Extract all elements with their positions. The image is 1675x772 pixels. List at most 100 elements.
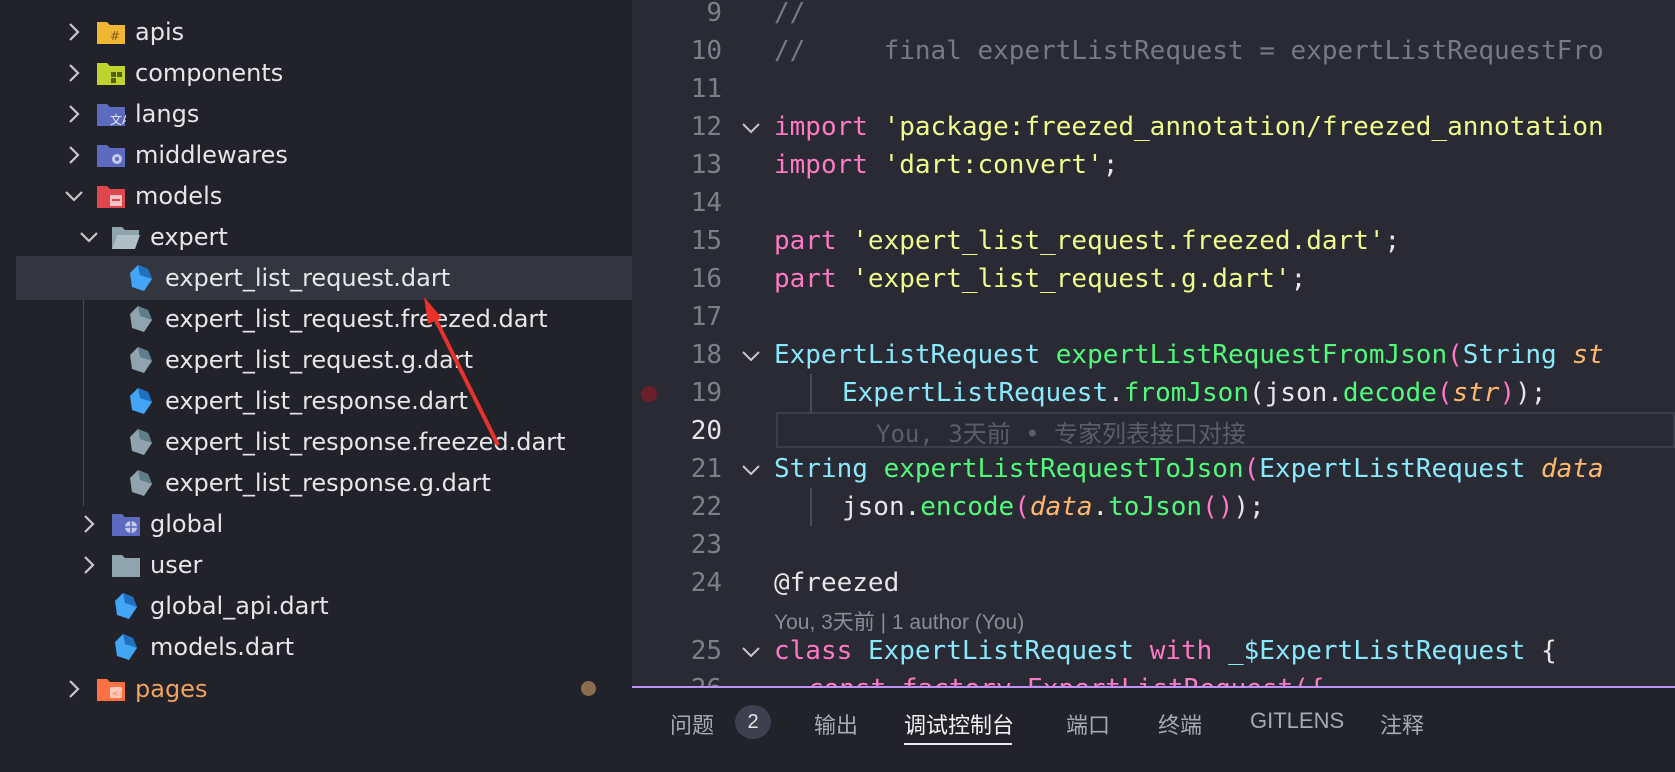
tree-item-label: apis xyxy=(135,18,185,46)
tree-item-label: models xyxy=(135,182,223,210)
tree-item-models-dart[interactable]: models.dart xyxy=(16,625,632,669)
dart-file-icon xyxy=(115,593,137,619)
tree-item-langs[interactable]: 文A langs xyxy=(16,92,632,136)
line-number: 11 xyxy=(690,74,722,104)
tree-item-label: expert_list_response.g.dart xyxy=(165,469,491,497)
tree-item-expert-list-response-g[interactable]: expert_list_response.g.dart xyxy=(16,461,632,505)
line-number: 16 xyxy=(690,264,722,294)
tree-item-global-api[interactable]: global_api.dart xyxy=(16,584,632,628)
code-text: part 'expert_list_request.g.dart'; xyxy=(774,264,1307,294)
code-text: ExpertListRequest expertListRequestFromJ… xyxy=(774,340,1604,370)
tab-terminal[interactable]: 终端 xyxy=(1158,708,1202,740)
tree-item-expert-list-response[interactable]: expert_list_response.dart xyxy=(16,379,632,423)
tree-item-apis[interactable]: # apis xyxy=(16,10,632,54)
code-line: 26 const factory ExpertListRequest({ xyxy=(632,670,1675,686)
global-folder-icon xyxy=(112,514,140,536)
chevron-down-icon xyxy=(80,232,98,243)
chevron-down-icon xyxy=(65,191,83,202)
gitlens-codelens[interactable]: You, 3天前 | 1 author (You) xyxy=(774,606,1024,636)
code-line: 18 ExpertListRequest expertListRequestFr… xyxy=(632,336,1675,374)
dart-generated-file-icon xyxy=(130,306,152,332)
tree-item-components[interactable]: components xyxy=(16,51,632,95)
fold-chevron-icon[interactable] xyxy=(740,459,762,481)
line-number: 20 xyxy=(690,416,722,446)
fold-chevron-icon[interactable] xyxy=(740,345,762,367)
line-number: 17 xyxy=(690,302,722,332)
code-line: 23 xyxy=(632,526,1675,564)
tab-ports[interactable]: 端口 xyxy=(1066,708,1110,740)
tree-item-label: global xyxy=(150,510,224,538)
tree-item-label: components xyxy=(135,59,284,87)
dart-file-icon xyxy=(115,634,137,660)
line-number: 15 xyxy=(690,226,722,256)
code-line: 10 // final expertListRequest = expertLi… xyxy=(632,32,1675,70)
fold-chevron-icon[interactable] xyxy=(740,641,762,663)
code-line: 11 xyxy=(632,70,1675,108)
tab-gitlens[interactable]: GITLENS xyxy=(1250,708,1344,734)
tab-output[interactable]: 输出 xyxy=(814,708,858,740)
file-explorer: # apis components 文A langs middlewares m… xyxy=(0,0,632,770)
line-number: 24 xyxy=(690,568,722,598)
code-text: import 'package:freezed_annotation/freez… xyxy=(774,112,1604,142)
api-folder-icon: # xyxy=(97,22,125,44)
code-editor[interactable]: 9 // 10 // final expertListRequest = exp… xyxy=(632,0,1675,686)
folder-icon xyxy=(112,555,140,577)
tab-problems[interactable]: 问题 xyxy=(670,708,714,740)
tree-item-label: pages xyxy=(135,675,208,703)
tree-item-label: langs xyxy=(135,100,200,128)
code-text: ExpertListRequest.fromJson(json.decode(s… xyxy=(842,378,1547,408)
code-text: // final expertListRequest = expertListR… xyxy=(774,36,1604,66)
tree-item-expert-list-request-g[interactable]: expert_list_request.g.dart xyxy=(16,338,632,382)
tree-item-middlewares[interactable]: middlewares xyxy=(16,133,632,177)
active-tab-indicator xyxy=(904,743,1012,745)
inline-blame: You, 3天前 • 专家列表接口对接 xyxy=(876,420,1247,448)
tree-item-models[interactable]: models xyxy=(16,174,632,218)
langs-folder-icon: 文A xyxy=(97,104,126,127)
tree-item-expert-list-response-freezed[interactable]: expert_list_response.freezed.dart xyxy=(16,420,632,464)
code-line: 14 xyxy=(632,184,1675,222)
tree-item-label: expert_list_response.dart xyxy=(165,387,468,415)
svg-text:#: # xyxy=(110,29,120,43)
code-text: json.encode(data.toJson()); xyxy=(842,492,1265,522)
breakpoint-icon[interactable] xyxy=(641,386,657,402)
tree-item-label: global_api.dart xyxy=(150,592,329,620)
components-folder-icon xyxy=(97,63,125,85)
dart-generated-file-icon xyxy=(130,347,152,373)
tab-debug-console[interactable]: 调试控制台 xyxy=(904,708,1014,740)
chevron-right-icon xyxy=(69,64,80,82)
chevron-right-icon xyxy=(69,23,80,41)
tree-item-expert[interactable]: expert xyxy=(16,215,632,259)
line-number: 23 xyxy=(690,530,722,560)
tree-item-pages[interactable]: <> pages xyxy=(16,667,632,711)
line-number: 12 xyxy=(690,112,722,142)
code-text: part 'expert_list_request.freezed.dart'; xyxy=(774,226,1401,256)
tree-item-label: expert xyxy=(150,223,228,251)
line-number: 13 xyxy=(690,150,722,180)
code-line: 15 part 'expert_list_request.freezed.dar… xyxy=(632,222,1675,260)
svg-text:<>: <> xyxy=(112,689,125,698)
line-number: 21 xyxy=(690,454,722,484)
chevron-right-icon xyxy=(69,105,80,123)
tree-item-expert-list-request[interactable]: expert_list_request.dart xyxy=(16,256,632,300)
code-line: 25 class ExpertListRequest with _$Expert… xyxy=(632,632,1675,670)
bottom-panel: 问题 2 输出 调试控制台 端口 终端 GITLENS 注释 xyxy=(632,686,1675,772)
tree-item-expert-list-request-freezed[interactable]: expert_list_request.freezed.dart xyxy=(16,297,632,341)
code-line: 19 ExpertListRequest.fromJson(json.decod… xyxy=(632,374,1675,412)
fold-chevron-icon[interactable] xyxy=(740,117,762,139)
chevron-right-icon xyxy=(69,146,80,164)
svg-text:文A: 文A xyxy=(110,112,126,127)
line-number: 14 xyxy=(690,188,722,218)
chevron-right-icon xyxy=(69,680,80,698)
tree-item-user[interactable]: user xyxy=(16,543,632,587)
code-text: class ExpertListRequest with _$ExpertLis… xyxy=(774,636,1557,666)
code-line: 9 // xyxy=(632,0,1675,32)
problems-count-badge: 2 xyxy=(735,705,771,739)
tree-item-label: models.dart xyxy=(150,633,295,661)
tree-item-global[interactable]: global xyxy=(16,502,632,546)
code-line: 16 part 'expert_list_request.g.dart'; xyxy=(632,260,1675,298)
tree-item-label: expert_list_request.dart xyxy=(165,264,451,292)
code-text: import 'dart:convert'; xyxy=(774,150,1119,180)
dart-generated-file-icon xyxy=(130,429,152,455)
tab-comments[interactable]: 注释 xyxy=(1380,708,1424,740)
code-text: const factory ExpertListRequest({ xyxy=(808,674,1325,686)
